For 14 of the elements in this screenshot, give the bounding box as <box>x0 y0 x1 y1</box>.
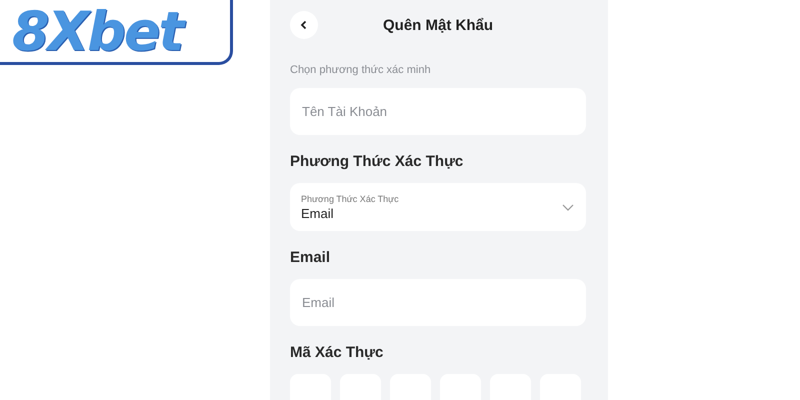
back-button[interactable] <box>290 11 318 39</box>
method-select[interactable]: Phương Thức Xác Thực Email <box>290 183 586 231</box>
hint-text: Chọn phương thức xác minh <box>290 64 432 76</box>
page-title: Quên Mật Khẩu <box>382 16 494 34</box>
select-label: Phương Thức Xác Thực <box>301 194 399 204</box>
section-heading: Mã Xác Thực <box>290 344 384 361</box>
select-value: Email <box>301 206 335 220</box>
account-field[interactable]: Tên Tài Khoản <box>290 88 586 135</box>
logo: 8Xbet <box>0 0 233 65</box>
email-field[interactable]: Email <box>290 279 586 326</box>
back-icon <box>299 20 309 30</box>
section-heading: Phương Thức Xác Thực <box>290 153 464 170</box>
chevron-icon <box>562 204 574 210</box>
section-heading: Email <box>290 249 332 266</box>
